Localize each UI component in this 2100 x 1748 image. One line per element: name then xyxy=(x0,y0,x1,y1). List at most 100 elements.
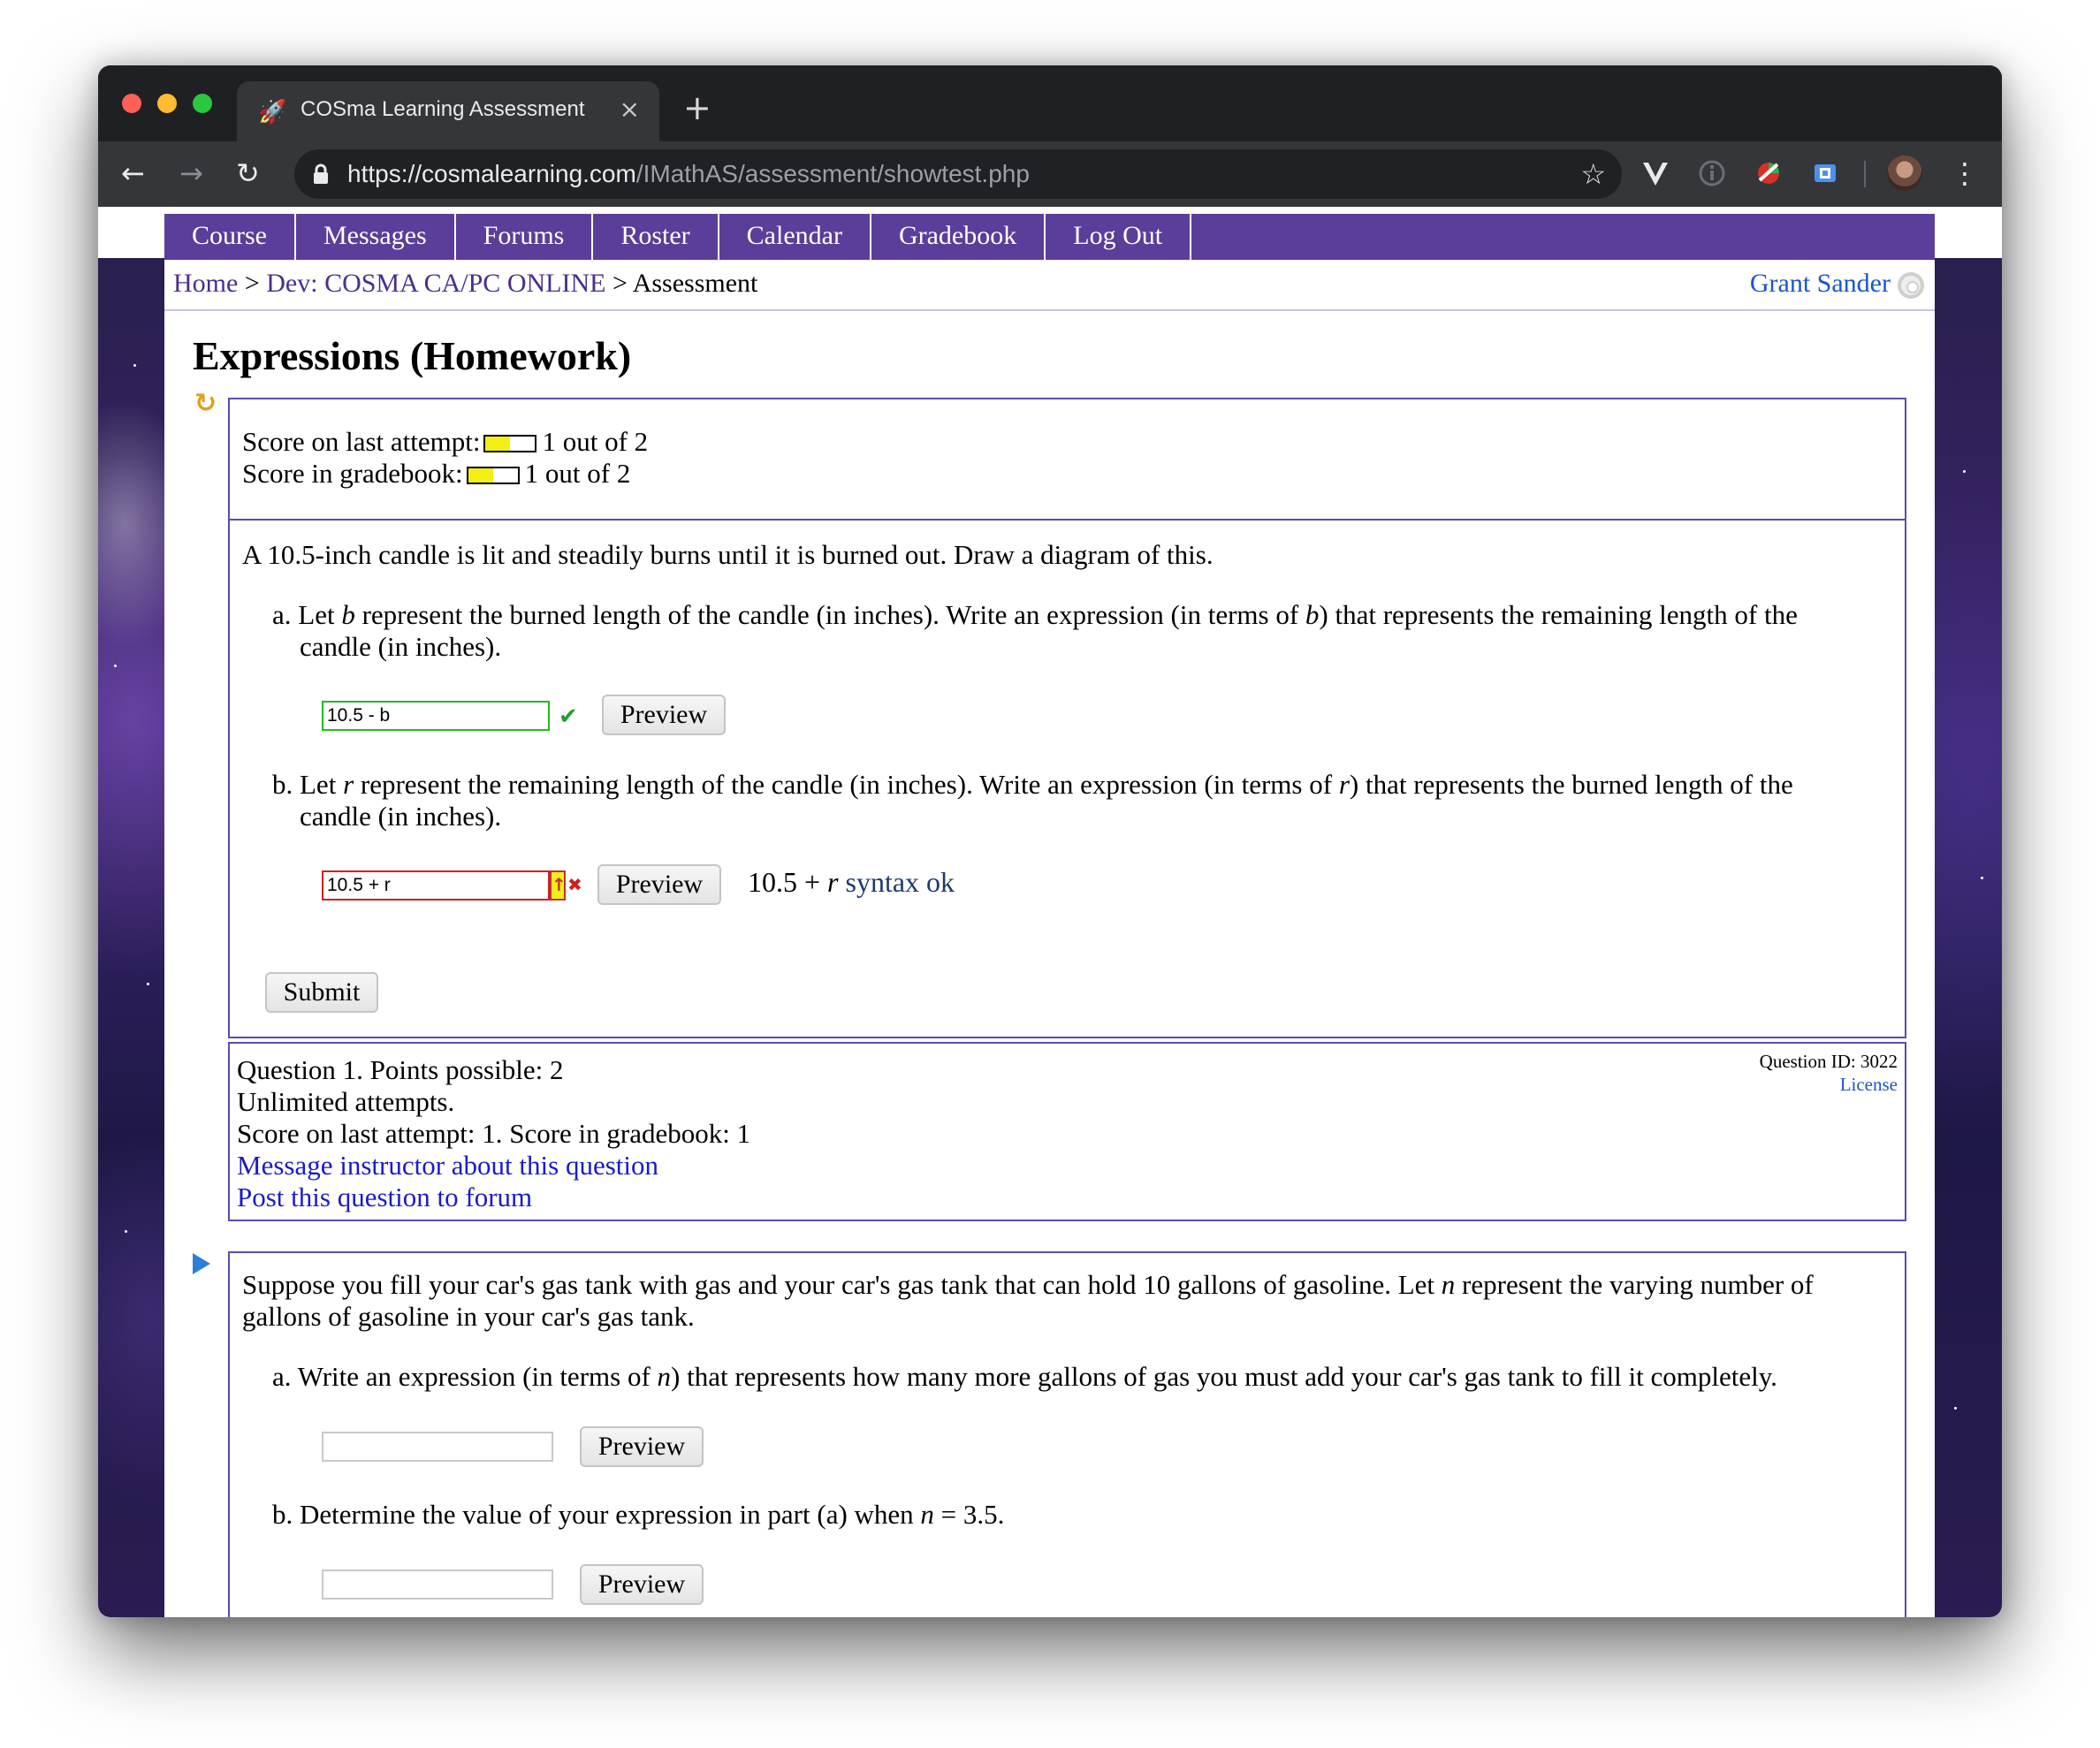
q2-part-a-label: a. xyxy=(272,1361,292,1392)
main-nav: Course Messages Forums Roster Calendar G… xyxy=(164,214,1935,260)
star-dot xyxy=(133,364,136,367)
submit-button[interactable]: Submit xyxy=(265,972,378,1013)
profile-avatar[interactable] xyxy=(1887,156,1922,191)
part-a-answer-input[interactable]: 10.5 - b xyxy=(322,701,550,731)
part-a-var: b xyxy=(1305,599,1320,630)
part-b-text-4: candle (in inches). xyxy=(300,801,502,832)
q2-prompt-2: represent the varying number of xyxy=(1455,1269,1814,1300)
nav-roster[interactable]: Roster xyxy=(593,214,719,260)
part-b-text-2: represent the remaining length of the ca… xyxy=(354,769,1339,800)
q2-part-b-text: b. Determine the value of your expressio… xyxy=(272,1499,1004,1531)
page-viewport: Course Messages Forums Roster Calendar G… xyxy=(98,207,2002,1617)
q2-part-a-preview-button[interactable]: Preview xyxy=(580,1426,704,1467)
browser-menu-icon[interactable]: ⋮ xyxy=(1951,154,1979,193)
part-a-var: b xyxy=(341,599,355,630)
star-dot xyxy=(1981,877,1983,879)
nav-forums[interactable]: Forums xyxy=(456,214,594,260)
q2-part-b-text-1: Determine the value of your expression i… xyxy=(300,1499,921,1530)
url-text: https://cosmalearning.com/IMathAS/assess… xyxy=(347,160,1030,187)
color-extension-icon[interactable] xyxy=(1753,157,1784,189)
part-a-preview-button[interactable]: Preview xyxy=(602,695,726,735)
part-a-label: a. xyxy=(272,599,292,630)
address-bar[interactable]: https://cosmalearning.com/IMathAS/assess… xyxy=(294,149,1622,199)
breadcrumb-bar: Home > Dev: COSMA CA/PC ONLINE > Assessm… xyxy=(164,260,1935,311)
q2-prompt-3: gallons of gasoline in your car's gas ta… xyxy=(242,1301,695,1332)
info-scores: Score on last attempt: 1. Score in grade… xyxy=(237,1118,751,1149)
nav-calendar[interactable]: Calendar xyxy=(719,214,871,260)
part-b-preview-output: 10.5 + r syntax ok xyxy=(748,866,955,899)
nav-course[interactable]: Course xyxy=(164,214,296,260)
browser-toolbar: ← → ↻ https://cosmalearning.com/IMathAS/… xyxy=(98,141,2002,207)
breadcrumb-home-link[interactable]: Home xyxy=(173,269,238,298)
maximize-window-button[interactable] xyxy=(193,94,212,113)
preview-status: syntax ok xyxy=(838,866,955,898)
q2-part-a-var: n xyxy=(657,1361,672,1392)
part-b-preview-button[interactable]: Preview xyxy=(597,864,721,905)
score-gradebook-bar xyxy=(466,467,520,484)
toolbar-separator xyxy=(1864,161,1866,187)
score-last-bar xyxy=(483,435,537,452)
play-triangle-icon[interactable] xyxy=(193,1253,210,1274)
part-b-var: r xyxy=(343,769,354,800)
part-b-var: r xyxy=(1338,769,1350,800)
close-window-button[interactable] xyxy=(122,94,141,113)
q2-part-b-answer-input[interactable] xyxy=(322,1569,553,1600)
license-link[interactable]: License xyxy=(1840,1074,1898,1096)
score-summary: Score on last attempt: 1 out of 2 Score i… xyxy=(230,399,1905,521)
breadcrumb-course-link[interactable]: Dev: COSMA CA/PC ONLINE xyxy=(266,269,605,298)
browser-tab[interactable]: 🚀 COSma Learning Assessment × xyxy=(237,81,659,141)
star-dot xyxy=(147,983,149,985)
browser-window: 🚀 COSma Learning Assessment × + ← → ↻ ht… xyxy=(98,65,2002,1617)
reload-question-icon[interactable]: ↻ xyxy=(194,391,217,417)
score-last-label: Score on last attempt: xyxy=(242,426,481,457)
forward-button[interactable]: → xyxy=(179,154,203,193)
score-gradebook: Score in gradebook: 1 out of 2 xyxy=(242,458,630,490)
score-last-value: 1 out of 2 xyxy=(542,426,649,457)
part-b-text-1: Let xyxy=(300,769,344,800)
q2-part-b-preview-button[interactable]: Preview xyxy=(580,1564,704,1605)
part-a-text-4: candle (in inches). xyxy=(300,631,502,662)
docs-extension-icon[interactable] xyxy=(1809,157,1841,189)
reload-button[interactable]: ↻ xyxy=(236,154,260,193)
star-dot xyxy=(114,665,117,667)
preview-math-number: 10.5 + xyxy=(748,866,828,898)
tab-close-icon[interactable]: × xyxy=(620,94,640,125)
info-points: Question 1. Points possible: 2 xyxy=(237,1054,564,1085)
message-instructor-link[interactable]: Message instructor about this question xyxy=(237,1150,658,1182)
score-gradebook-value: 1 out of 2 xyxy=(524,458,631,489)
star-dot xyxy=(125,1230,127,1233)
correct-check-icon: ✔ xyxy=(559,703,578,730)
question-1-prompt: A 10.5-inch candle is lit and steadily b… xyxy=(242,539,1214,570)
user-name-link[interactable]: Grant Sander xyxy=(1750,269,1891,299)
question-2-box: Suppose you fill your car's gas tank wit… xyxy=(228,1251,1906,1617)
vimium-extension-icon[interactable] xyxy=(1640,157,1671,189)
question-id: Question ID: 3022 xyxy=(1759,1051,1898,1072)
post-to-forum-link[interactable]: Post this question to forum xyxy=(237,1182,532,1213)
part-a-text-2: represent the burned length of the candl… xyxy=(354,599,1305,630)
nav-logout[interactable]: Log Out xyxy=(1046,214,1192,260)
part-b-answer-input[interactable]: 10.5 + r xyxy=(322,870,550,901)
q2-part-b-var: n xyxy=(920,1499,934,1530)
q2-part-b-label: b. xyxy=(272,1499,293,1530)
info-attempts: Unlimited attempts. xyxy=(237,1086,455,1117)
nav-messages[interactable]: Messages xyxy=(296,214,456,260)
star-dot xyxy=(1954,1407,1957,1410)
info-extension-icon[interactable] xyxy=(1696,157,1728,189)
part-a-text: a. Let b represent the burned length of … xyxy=(272,599,1798,663)
breadcrumb-current: Assessment xyxy=(632,269,758,298)
breadcrumb-separator: > xyxy=(238,269,267,298)
part-a-text-3: ) that represents the remaining length o… xyxy=(1319,599,1798,630)
star-dot xyxy=(1963,470,1966,473)
back-button[interactable]: ← xyxy=(121,154,145,193)
settings-gear-icon[interactable] xyxy=(1898,272,1924,299)
q2-part-a-text-1: Write an expression (in terms of xyxy=(297,1361,658,1392)
question-info-box: Question 1. Points possible: 2 Unlimited… xyxy=(228,1042,1906,1221)
bookmark-star-icon[interactable]: ☆ xyxy=(1580,155,1606,194)
minimize-window-button[interactable] xyxy=(157,94,177,113)
rocket-icon: 🚀 xyxy=(258,99,287,125)
breadcrumb: Home > Dev: COSMA CA/PC ONLINE > Assessm… xyxy=(173,269,757,299)
q2-part-a-answer-input[interactable] xyxy=(322,1432,553,1462)
nav-gradebook[interactable]: Gradebook xyxy=(871,214,1046,260)
part-a-text-1: Let xyxy=(298,599,342,630)
new-tab-button[interactable]: + xyxy=(683,90,711,125)
